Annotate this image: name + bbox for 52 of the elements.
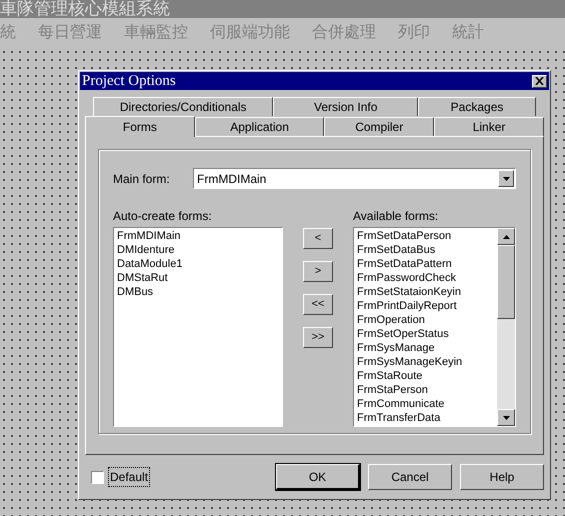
dialog-button[interactable]: Cancel: [368, 464, 452, 490]
list-item[interactable]: DMBus: [117, 285, 154, 299]
dialog-button[interactable]: Help: [460, 464, 544, 490]
list-item[interactable]: FrmSysManageKeyin: [357, 355, 462, 369]
list-label: Auto-create forms:: [113, 208, 213, 225]
list-item[interactable]: FrmOperation: [357, 313, 425, 327]
auto-create-list[interactable]: FrmMDIMain DMIdenture DataModule1 DMStaRut DMBus: [113, 227, 283, 427]
list-label: Available forms:: [353, 208, 440, 225]
list-item[interactable]: FrmSetStataionKeyin: [357, 285, 461, 299]
close-button[interactable]: [532, 74, 547, 88]
tab[interactable]: Version Info: [273, 97, 418, 116]
list-item[interactable]: FrmPrintDailyReport: [357, 299, 457, 313]
available-list[interactable]: [353, 227, 516, 427]
dialog-button[interactable]: OK: [276, 464, 360, 490]
scrollbar[interactable]: [497, 228, 515, 426]
list-item[interactable]: DMStaRut: [117, 271, 168, 285]
list-item[interactable]: FrmSetDataPattern: [357, 257, 452, 271]
checkbox-label[interactable]: Default: [108, 467, 150, 487]
list-item[interactable]: FrmStaRoute: [357, 369, 422, 383]
move-button[interactable]: <: [303, 228, 333, 249]
list-item[interactable]: FrmMDIMain: [117, 229, 181, 243]
scroll-thumb[interactable]: [497, 245, 515, 319]
list-item[interactable]: FrmSetDataPerson: [357, 229, 452, 243]
list-item[interactable]: FrmStaPerson: [357, 383, 428, 397]
move-button[interactable]: <<: [303, 294, 333, 315]
checkbox[interactable]: [91, 470, 104, 484]
move-button[interactable]: >>: [303, 327, 333, 348]
tab[interactable]: Directories/Conditionals: [93, 97, 274, 116]
scroll-up-button[interactable]: [497, 228, 515, 245]
dialog-title: Project Options: [82, 72, 176, 91]
caret-icon: [502, 176, 510, 180]
tab[interactable]: Linker: [434, 117, 544, 136]
list-item[interactable]: FrmCommunicate: [357, 397, 444, 411]
list-item[interactable]: FrmPasswordCheck: [357, 271, 456, 285]
tab[interactable]: Forms: [85, 116, 195, 137]
up-arrow-icon: [502, 234, 510, 238]
tab[interactable]: Compiler: [324, 117, 434, 136]
field-label: Main form:: [113, 170, 171, 188]
main-form-dropdown[interactable]: FrmMDIMain: [193, 168, 516, 189]
tab[interactable]: Packages: [418, 97, 536, 116]
scroll-down-button[interactable]: [497, 409, 515, 426]
list-item[interactable]: DataModule1: [117, 257, 182, 271]
list-item[interactable]: FrmTransferData: [357, 411, 440, 425]
down-arrow-icon: [502, 416, 510, 420]
list-item[interactable]: FrmSysManage: [357, 341, 435, 355]
close-icon: [535, 77, 544, 85]
list-item[interactable]: FrmSetDataBus: [357, 243, 436, 257]
list-item[interactable]: DMIdenture: [117, 243, 174, 257]
dropdown-button[interactable]: [498, 170, 514, 187]
move-button[interactable]: >: [303, 261, 333, 282]
tab[interactable]: Application: [194, 117, 324, 136]
list-item[interactable]: FrmSetOperStatus: [357, 327, 449, 341]
